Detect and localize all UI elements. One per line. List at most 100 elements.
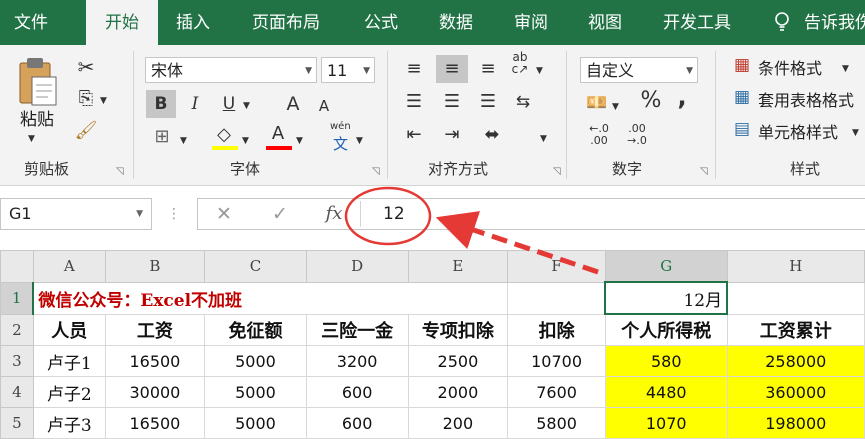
clipboard-launcher-icon[interactable]: ◹ [116,166,124,177]
formula-input[interactable]: ✕ ✓ fx 12 [197,198,865,230]
fill-color-dropdown-icon[interactable]: ▼ [242,131,249,151]
column-header-b[interactable]: B [104,250,206,283]
table-cell[interactable]: 5000 [204,376,307,408]
name-box[interactable]: G1 ▼ [0,198,152,230]
tab-formulas[interactable]: 公式 [364,0,398,45]
table-cell[interactable]: 7600 [507,376,606,408]
decrease-indent-icon[interactable]: ⇤ [402,125,426,145]
increase-font-size-button[interactable]: A [282,94,304,114]
wrap-text-icon[interactable]: ⇆ [510,92,536,112]
row-header-4[interactable]: 4 [0,376,34,408]
tab-page-layout[interactable]: 页面布局 [252,0,320,45]
merge-dropdown-icon[interactable]: ▼ [540,129,547,149]
tab-view[interactable]: 视图 [588,0,622,45]
cut-icon[interactable]: ✂ [74,57,98,77]
cell-styles-button[interactable]: 单元格样式 [758,119,838,143]
increase-indent-icon[interactable]: ⇥ [440,125,464,145]
table-cell[interactable]: 1070 [604,407,728,439]
cell-styles-dropdown-icon[interactable]: ▼ [852,123,859,143]
top-align-icon[interactable]: ≡ [402,59,426,79]
table-cell[interactable]: 16500 [104,345,206,377]
column-header-f[interactable]: F [507,250,606,283]
align-left-icon[interactable]: ☰ [402,92,426,112]
font-name-combo[interactable]: 宋体 ▼ [145,57,317,83]
tab-file[interactable]: 文件 [14,0,48,45]
row-header-5[interactable]: 5 [0,407,34,439]
table-cell[interactable]: 258000 [726,345,865,377]
table-cell[interactable]: 2500 [407,345,509,377]
copy-dropdown-icon[interactable]: ▼ [100,91,107,111]
enter-icon[interactable]: ✓ [268,204,292,224]
insert-function-icon[interactable]: fx [322,204,346,224]
font-size-combo[interactable]: 11 ▼ [321,57,375,83]
row-header-1[interactable]: 1 [0,281,35,315]
copy-icon[interactable]: ⎘ [74,89,98,109]
select-all-corner[interactable] [0,250,34,283]
column-header-e[interactable]: E [407,250,509,283]
format-painter-icon[interactable]: 🖌 [74,121,98,141]
tab-developer[interactable]: 开发工具 [663,0,731,45]
column-header-a[interactable]: A [32,250,106,283]
column-header-c[interactable]: C [204,250,307,283]
number-launcher-icon[interactable]: ◹ [700,166,708,177]
table-cell[interactable]: 5800 [507,407,606,439]
header-cell-exemption[interactable]: 免征额 [204,313,307,346]
fill-color-icon[interactable]: ◇ [212,125,236,145]
table-cell[interactable]: 30000 [104,376,206,408]
bottom-align-icon[interactable]: ≡ [476,59,500,79]
accounting-format-icon[interactable]: 💴 [584,93,610,113]
table-cell[interactable]: 200 [407,407,509,439]
table-cell[interactable]: 5000 [204,407,307,439]
table-cell[interactable]: 198000 [726,407,865,439]
header-cell-income-tax[interactable]: 个人所得税 [604,313,728,346]
tab-review[interactable]: 审阅 [514,0,548,45]
percent-style-button[interactable]: % [638,90,664,112]
phonetic-guide-button[interactable]: 文 [333,133,348,154]
table-cell[interactable]: 600 [305,376,409,408]
middle-align-icon[interactable]: ≡ [436,55,468,83]
increase-decimal-button[interactable]: ←.0 .00 [584,123,614,147]
column-header-d[interactable]: D [305,250,409,283]
row-header-2[interactable]: 2 [0,313,34,346]
borders-icon[interactable]: ⊞ [150,127,174,147]
table-cell[interactable]: 2000 [407,376,509,408]
decrease-font-size-button[interactable]: A [313,96,335,116]
table-cell[interactable]: 卢子2 [32,376,106,408]
phonetic-dropdown-icon[interactable]: ▼ [356,131,363,151]
formula-bar-resize-handle-icon[interactable]: ⋮ [167,204,181,224]
comma-style-button[interactable]: , [672,85,692,109]
active-cell-g1[interactable]: 12月 [604,281,729,315]
column-header-g[interactable]: G [604,250,728,283]
chevron-down-icon[interactable]: ▼ [305,58,312,84]
table-cell[interactable]: 16500 [104,407,206,439]
align-right-icon[interactable]: ☰ [476,92,500,112]
decrease-decimal-button[interactable]: .00 →.0 [622,123,652,147]
orientation-dropdown-icon[interactable]: ▼ [536,61,543,81]
paste-icon[interactable] [14,55,60,107]
table-cell[interactable]: 5000 [204,345,307,377]
italic-button[interactable]: I [184,94,206,114]
alignment-launcher-icon[interactable]: ◹ [553,166,561,177]
tab-home[interactable]: 开始 [86,0,158,45]
cancel-icon[interactable]: ✕ [212,204,236,224]
table-cell[interactable]: 4480 [604,376,728,408]
number-format-combo[interactable]: 自定义 ▼ [580,57,698,83]
table-cell[interactable]: 卢子3 [32,407,106,439]
table-cell[interactable]: 3200 [305,345,409,377]
header-cell-deduction[interactable]: 扣除 [507,313,606,346]
align-center-icon[interactable]: ☰ [440,92,464,112]
table-cell[interactable]: 580 [604,345,728,377]
format-as-table-button[interactable]: 套用表格格式 [758,87,854,111]
cell-f1[interactable] [507,281,606,315]
underline-button[interactable]: U [218,94,240,114]
header-cell-insurance[interactable]: 三险一金 [305,313,409,346]
chevron-down-icon[interactable]: ▼ [136,199,143,229]
paste-dropdown-icon[interactable]: ▼ [28,129,35,149]
conditional-dropdown-icon[interactable]: ▼ [842,59,849,79]
font-color-button[interactable]: A [266,124,290,144]
tell-me-search[interactable]: 告诉我伤 [804,0,865,45]
chevron-down-icon[interactable]: ▼ [363,58,370,84]
merge-center-icon[interactable]: ⬌ [480,125,504,145]
conditional-formatting-icon[interactable]: ▦ [730,55,754,75]
row-header-3[interactable]: 3 [0,345,34,377]
